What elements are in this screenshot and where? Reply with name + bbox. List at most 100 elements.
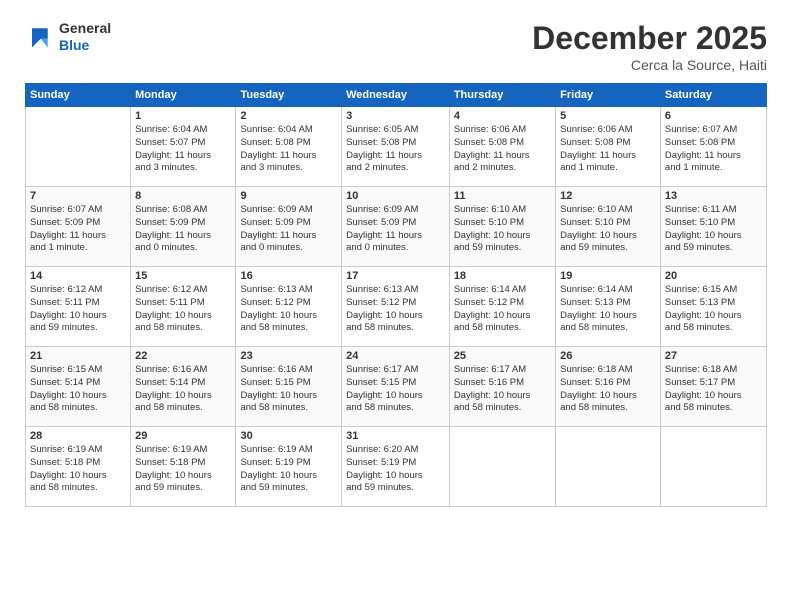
- day-number: 18: [454, 270, 551, 282]
- table-row: 8 Sunrise: 6:08 AMSunset: 5:09 PMDaylight…: [131, 187, 236, 267]
- table-row: 17 Sunrise: 6:13 AMSunset: 5:12 PMDayligh…: [342, 267, 450, 347]
- day-info: Sunrise: 6:17 AMSunset: 5:16 PMDaylight:…: [454, 364, 551, 415]
- logo-text: General Blue: [59, 20, 111, 54]
- table-row: 25 Sunrise: 6:17 AMSunset: 5:16 PMDayligh…: [449, 347, 555, 427]
- day-info: Sunrise: 6:15 AMSunset: 5:14 PMDaylight:…: [30, 364, 126, 415]
- day-number: 10: [346, 190, 445, 202]
- calendar-table: Sunday Monday Tuesday Wednesday Thursday…: [25, 83, 767, 507]
- day-info: Sunrise: 6:06 AMSunset: 5:08 PMDaylight:…: [454, 124, 551, 175]
- day-info: Sunrise: 6:07 AMSunset: 5:09 PMDaylight:…: [30, 204, 126, 255]
- header-friday: Friday: [556, 84, 661, 107]
- table-row: 12 Sunrise: 6:10 AMSunset: 5:10 PMDayligh…: [556, 187, 661, 267]
- day-info: Sunrise: 6:09 AMSunset: 5:09 PMDaylight:…: [346, 204, 445, 255]
- table-row: 16 Sunrise: 6:13 AMSunset: 5:12 PMDayligh…: [236, 267, 342, 347]
- day-number: 24: [346, 350, 445, 362]
- day-info: Sunrise: 6:04 AMSunset: 5:08 PMDaylight:…: [240, 124, 337, 175]
- day-number: 17: [346, 270, 445, 282]
- table-row: 26 Sunrise: 6:18 AMSunset: 5:16 PMDayligh…: [556, 347, 661, 427]
- day-info: Sunrise: 6:18 AMSunset: 5:16 PMDaylight:…: [560, 364, 656, 415]
- header-saturday: Saturday: [660, 84, 766, 107]
- day-number: 14: [30, 270, 126, 282]
- day-number: 27: [665, 350, 762, 362]
- day-info: Sunrise: 6:10 AMSunset: 5:10 PMDaylight:…: [454, 204, 551, 255]
- day-info: Sunrise: 6:15 AMSunset: 5:13 PMDaylight:…: [665, 284, 762, 335]
- calendar-week-row: 21 Sunrise: 6:15 AMSunset: 5:14 PMDayligh…: [26, 347, 767, 427]
- table-row: 7 Sunrise: 6:07 AMSunset: 5:09 PMDaylight…: [26, 187, 131, 267]
- table-row: 4Sunrise: 6:06 AMSunset: 5:08 PMDaylight…: [449, 107, 555, 187]
- day-info: Sunrise: 6:13 AMSunset: 5:12 PMDaylight:…: [346, 284, 445, 335]
- day-number: 5: [560, 110, 656, 122]
- day-number: 31: [346, 430, 445, 442]
- day-number: 30: [240, 430, 337, 442]
- day-number: 28: [30, 430, 126, 442]
- table-row: 24Sunrise: 6:17 AMSunset: 5:15 PMDayligh…: [342, 347, 450, 427]
- day-number: 13: [665, 190, 762, 202]
- table-row: 15 Sunrise: 6:12 AMSunset: 5:11 PMDayligh…: [131, 267, 236, 347]
- table-row: [26, 107, 131, 187]
- day-number: 6: [665, 110, 762, 122]
- day-number: 1: [135, 110, 231, 122]
- day-number: 26: [560, 350, 656, 362]
- day-info: Sunrise: 6:08 AMSunset: 5:09 PMDaylight:…: [135, 204, 231, 255]
- calendar-week-row: 7 Sunrise: 6:07 AMSunset: 5:09 PMDaylight…: [26, 187, 767, 267]
- table-row: 6 Sunrise: 6:07 AMSunset: 5:08 PMDaylight…: [660, 107, 766, 187]
- table-row: 19 Sunrise: 6:14 AMSunset: 5:13 PMDayligh…: [556, 267, 661, 347]
- day-info: Sunrise: 6:13 AMSunset: 5:12 PMDaylight:…: [240, 284, 337, 335]
- logo-icon: [25, 23, 53, 51]
- day-info: Sunrise: 6:19 AMSunset: 5:18 PMDaylight:…: [135, 444, 231, 495]
- table-row: [449, 427, 555, 507]
- table-row: [556, 427, 661, 507]
- table-row: 9 Sunrise: 6:09 AMSunset: 5:09 PMDaylight…: [236, 187, 342, 267]
- table-row: 18 Sunrise: 6:14 AMSunset: 5:12 PMDayligh…: [449, 267, 555, 347]
- table-row: 29 Sunrise: 6:19 AMSunset: 5:18 PMDayligh…: [131, 427, 236, 507]
- table-row: 27Sunrise: 6:18 AMSunset: 5:17 PMDayligh…: [660, 347, 766, 427]
- day-number: 29: [135, 430, 231, 442]
- table-row: 21 Sunrise: 6:15 AMSunset: 5:14 PMDayligh…: [26, 347, 131, 427]
- day-number: 15: [135, 270, 231, 282]
- table-row: 11Sunrise: 6:10 AMSunset: 5:10 PMDayligh…: [449, 187, 555, 267]
- table-row: 1 Sunrise: 6:04 AMSunset: 5:07 PMDaylight…: [131, 107, 236, 187]
- day-info: Sunrise: 6:19 AMSunset: 5:18 PMDaylight:…: [30, 444, 126, 495]
- month-title: December 2025: [532, 20, 767, 57]
- table-row: [660, 427, 766, 507]
- day-info: Sunrise: 6:14 AMSunset: 5:12 PMDaylight:…: [454, 284, 551, 335]
- logo-general-text: General: [59, 20, 111, 37]
- header-sunday: Sunday: [26, 84, 131, 107]
- day-number: 23: [240, 350, 337, 362]
- table-row: 2 Sunrise: 6:04 AMSunset: 5:08 PMDaylight…: [236, 107, 342, 187]
- day-info: Sunrise: 6:16 AMSunset: 5:15 PMDaylight:…: [240, 364, 337, 415]
- day-info: Sunrise: 6:12 AMSunset: 5:11 PMDaylight:…: [135, 284, 231, 335]
- header-tuesday: Tuesday: [236, 84, 342, 107]
- day-info: Sunrise: 6:09 AMSunset: 5:09 PMDaylight:…: [240, 204, 337, 255]
- day-number: 8: [135, 190, 231, 202]
- day-number: 9: [240, 190, 337, 202]
- table-row: 23 Sunrise: 6:16 AMSunset: 5:15 PMDayligh…: [236, 347, 342, 427]
- header: General Blue December 2025 Cerca la Sour…: [25, 20, 767, 73]
- day-number: 12: [560, 190, 656, 202]
- day-number: 25: [454, 350, 551, 362]
- location-subtitle: Cerca la Source, Haiti: [532, 57, 767, 73]
- logo: General Blue: [25, 20, 111, 54]
- table-row: 10 Sunrise: 6:09 AMSunset: 5:09 PMDayligh…: [342, 187, 450, 267]
- table-row: 22Sunrise: 6:16 AMSunset: 5:14 PMDayligh…: [131, 347, 236, 427]
- day-number: 21: [30, 350, 126, 362]
- day-number: 16: [240, 270, 337, 282]
- day-number: 20: [665, 270, 762, 282]
- day-number: 7: [30, 190, 126, 202]
- day-number: 2: [240, 110, 337, 122]
- table-row: 5Sunrise: 6:06 AMSunset: 5:08 PMDaylight…: [556, 107, 661, 187]
- table-row: 14Sunrise: 6:12 AMSunset: 5:11 PMDayligh…: [26, 267, 131, 347]
- table-row: 13Sunrise: 6:11 AMSunset: 5:10 PMDayligh…: [660, 187, 766, 267]
- title-block: December 2025 Cerca la Source, Haiti: [532, 20, 767, 73]
- day-info: Sunrise: 6:16 AMSunset: 5:14 PMDaylight:…: [135, 364, 231, 415]
- day-info: Sunrise: 6:10 AMSunset: 5:10 PMDaylight:…: [560, 204, 656, 255]
- day-info: Sunrise: 6:07 AMSunset: 5:08 PMDaylight:…: [665, 124, 762, 175]
- day-info: Sunrise: 6:04 AMSunset: 5:07 PMDaylight:…: [135, 124, 231, 175]
- table-row: 3Sunrise: 6:05 AMSunset: 5:08 PMDaylight…: [342, 107, 450, 187]
- day-info: Sunrise: 6:14 AMSunset: 5:13 PMDaylight:…: [560, 284, 656, 335]
- calendar-week-row: 28 Sunrise: 6:19 AMSunset: 5:18 PMDayligh…: [26, 427, 767, 507]
- header-monday: Monday: [131, 84, 236, 107]
- calendar-week-row: 1 Sunrise: 6:04 AMSunset: 5:07 PMDaylight…: [26, 107, 767, 187]
- header-thursday: Thursday: [449, 84, 555, 107]
- day-number: 19: [560, 270, 656, 282]
